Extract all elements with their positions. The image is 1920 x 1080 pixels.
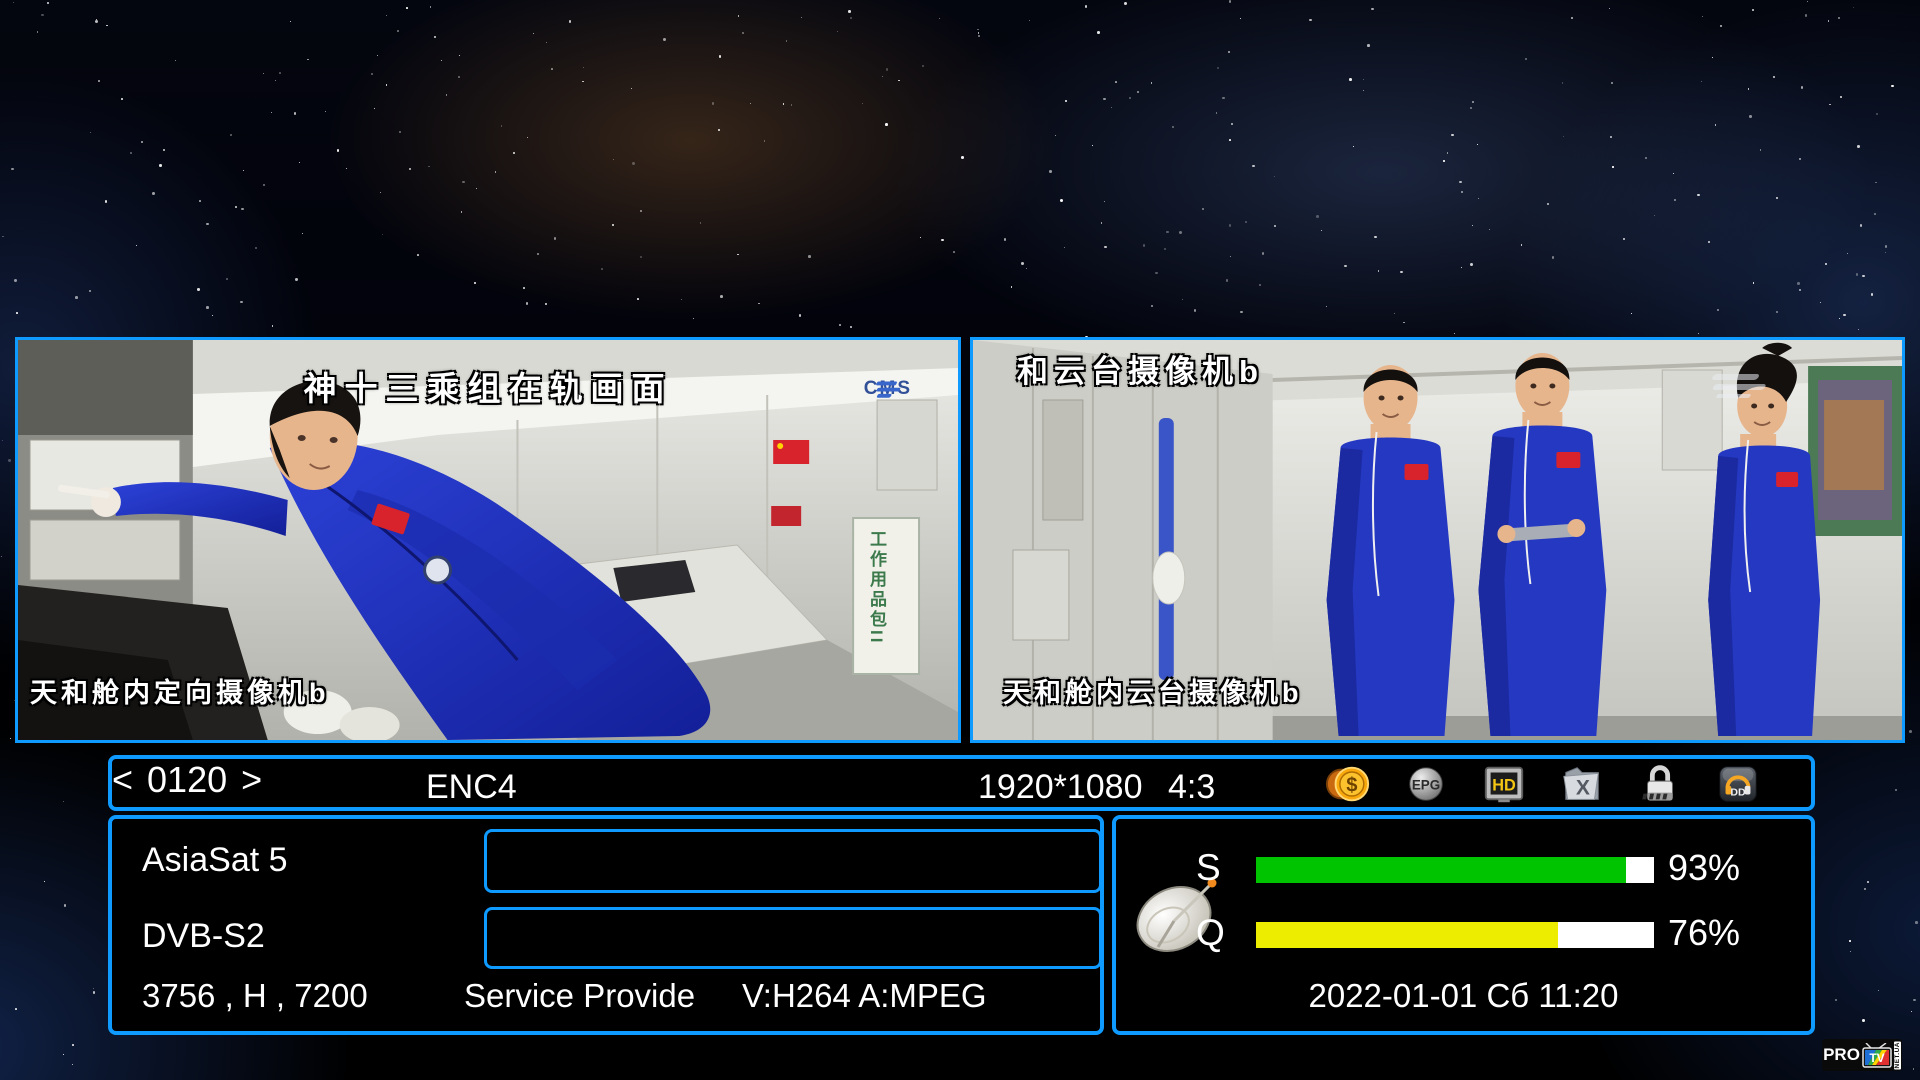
system-value-box[interactable] bbox=[484, 907, 1102, 969]
flag-patch bbox=[1776, 472, 1798, 487]
channel-next-arrow[interactable]: > bbox=[241, 759, 262, 801]
channel-number: 0120 bbox=[147, 759, 227, 801]
epg-icon: EPG bbox=[1403, 761, 1449, 807]
video-left-title-overlay: 神十三乘组在轨画面 bbox=[18, 362, 958, 410]
supply-bag-label: 工作用品包II bbox=[864, 530, 889, 645]
signal-strength-bar bbox=[1256, 857, 1654, 883]
satellite-value-box[interactable] bbox=[484, 829, 1102, 893]
channel-name: ENC4 bbox=[426, 768, 517, 807]
lock-icon bbox=[1637, 761, 1683, 807]
signal-quality-fill bbox=[1256, 922, 1558, 948]
flag-patch bbox=[1405, 464, 1429, 480]
delivery-system: DVB-S2 bbox=[142, 917, 265, 956]
svg-text:TV: TV bbox=[1869, 1051, 1884, 1065]
channel-info-bar: < 0120 > ENC4 1920*1080 4:3 $ EPG bbox=[108, 755, 1815, 811]
video-feed-right: 和云台摄像机b 天和舱内云台摄像机b bbox=[970, 337, 1905, 743]
tuner-info-panel: AsiaSat 5 DVB-S2 3756 , H , 7200 Service… bbox=[108, 815, 1104, 1035]
satellite-name: AsiaSat 5 bbox=[142, 841, 288, 880]
video-feed-left: 神十三乘组在轨画面 天和舱内定向摄像机b 工作用品包II CMS bbox=[15, 337, 961, 743]
transponder-params: 3756 , H , 7200 bbox=[142, 977, 368, 1015]
signal-quality-value: 76% bbox=[1668, 912, 1740, 954]
receiver-osd-screen: 神十三乘组在轨画面 天和舱内定向摄像机b 工作用品包II CMS bbox=[0, 0, 1920, 1080]
svg-text:X: X bbox=[1576, 777, 1590, 800]
protv-logo-tv-icon: TV bbox=[1862, 1043, 1892, 1068]
signal-quality-label: Q bbox=[1196, 912, 1225, 954]
signal-panel: S 93% Q 76% 2022-01-01 Сб 11:20 bbox=[1112, 815, 1815, 1035]
signal-quality-bar bbox=[1256, 922, 1654, 948]
video-right-caption: 天和舱内云台摄像机b bbox=[1003, 671, 1303, 710]
codec-info: V:H264 A:MPEG bbox=[742, 977, 987, 1015]
signal-strength-fill bbox=[1256, 857, 1626, 883]
protv-logo-netua-text: NET.UA bbox=[1894, 1041, 1901, 1069]
svg-text:HD: HD bbox=[1492, 777, 1516, 795]
datetime-display: 2022-01-01 Сб 11:20 bbox=[1116, 977, 1811, 1015]
protv-logo: PRO TV NET.UA bbox=[1822, 1039, 1902, 1071]
pay-channel-icon: $ bbox=[1325, 761, 1371, 807]
svg-text:DD: DD bbox=[1730, 787, 1746, 799]
channel-prev-arrow[interactable]: < bbox=[112, 759, 133, 801]
status-icons: $ EPG HD X bbox=[1325, 762, 1761, 806]
cms-watermark: CMS bbox=[864, 380, 912, 400]
flag-patch bbox=[1556, 452, 1580, 468]
audio-headphones-icon: DD bbox=[1715, 761, 1761, 807]
svg-text:EPG: EPG bbox=[1412, 778, 1440, 793]
hd-icon: HD bbox=[1481, 761, 1527, 807]
video-left-caption: 天和舱内定向摄像机b bbox=[30, 671, 330, 710]
resolution-value: 1920*1080 bbox=[978, 768, 1143, 807]
protv-logo-pro-text: PRO bbox=[1823, 1045, 1860, 1065]
service-provider-label: Service Provide bbox=[464, 977, 695, 1015]
signal-strength-label: S bbox=[1196, 847, 1221, 889]
aspect-ratio-value: 4:3 bbox=[1168, 768, 1215, 807]
cms-logo-glyph bbox=[864, 380, 912, 400]
teletext-none-icon: X bbox=[1559, 761, 1605, 807]
svg-text:$: $ bbox=[1346, 775, 1357, 797]
signal-strength-value: 93% bbox=[1668, 847, 1740, 889]
video-right-title-overlay: 和云台摄像机b bbox=[1017, 346, 1264, 391]
